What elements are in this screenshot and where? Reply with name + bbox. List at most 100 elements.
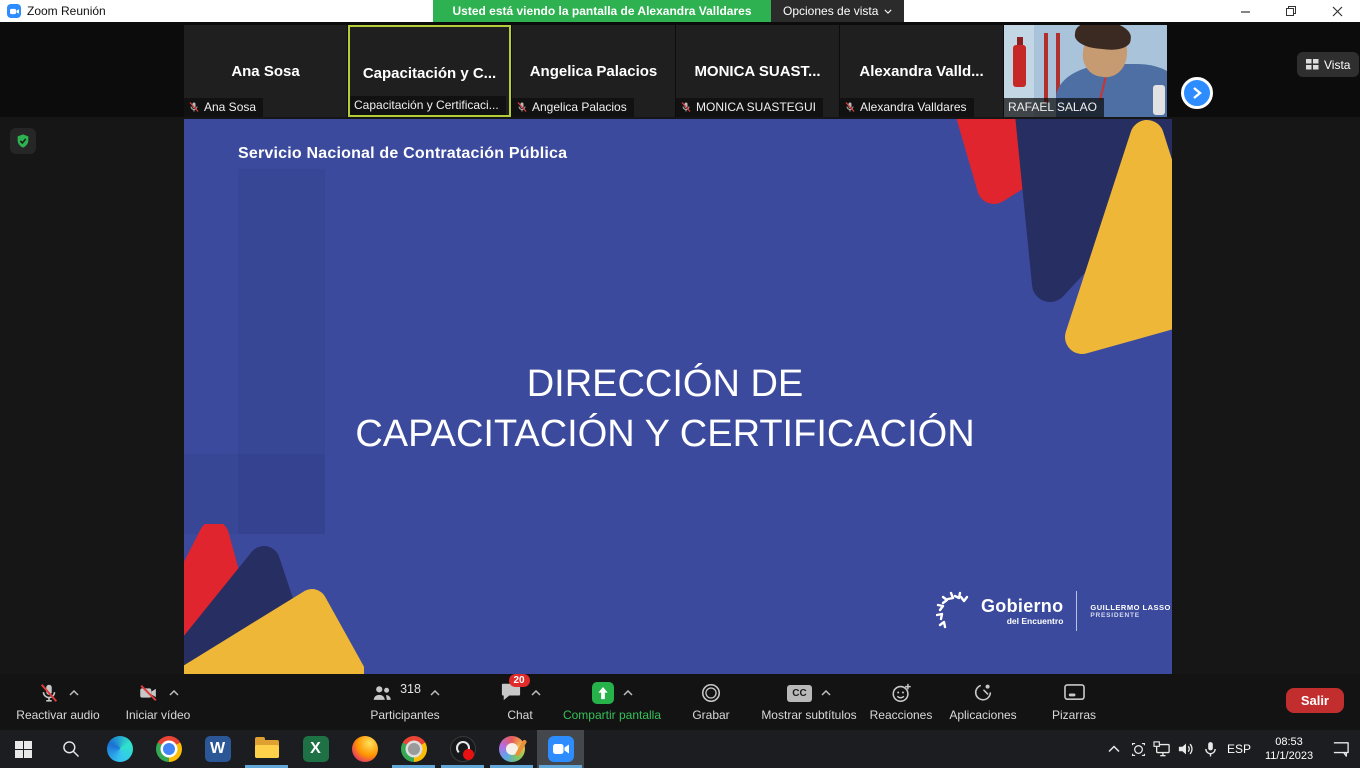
taskbar-obs[interactable] bbox=[439, 730, 486, 768]
excel-icon: X bbox=[303, 736, 329, 762]
taskbar-zoom-active[interactable] bbox=[537, 730, 584, 768]
slide-shade-rect bbox=[184, 454, 325, 534]
participants-count: 318 bbox=[400, 682, 421, 696]
close-button[interactable] bbox=[1314, 0, 1360, 22]
participant-name-label: Angelica Palacios bbox=[512, 98, 634, 117]
participant-tile-active-speaker[interactable]: Capacitación y C... Capacitación y Certi… bbox=[348, 25, 511, 117]
participants-icon bbox=[370, 682, 394, 704]
taskbar-word[interactable]: W bbox=[194, 730, 241, 768]
participant-name-label: Capacitación y Certificaci... bbox=[350, 96, 506, 115]
chevron-up-icon[interactable] bbox=[821, 690, 831, 696]
participant-tile[interactable]: Alexandra Valld... Alexandra Valldares bbox=[840, 25, 1003, 117]
chevron-up-icon[interactable] bbox=[430, 690, 440, 696]
firefox-icon bbox=[352, 736, 378, 762]
reactions-icon bbox=[890, 682, 913, 704]
chevron-up-icon[interactable] bbox=[531, 690, 541, 696]
video-off-icon bbox=[137, 682, 160, 704]
whiteboard-icon bbox=[1063, 683, 1086, 703]
shared-screen-slide: Servicio Nacional de Contratación Públic… bbox=[184, 119, 1172, 674]
slide-header: Servicio Nacional de Contratación Públic… bbox=[238, 145, 567, 163]
share-screen-button[interactable]: Compartir pantalla bbox=[548, 680, 676, 722]
tray-volume-button[interactable] bbox=[1174, 730, 1198, 768]
chevron-up-icon bbox=[1108, 745, 1120, 753]
chrome-icon bbox=[156, 736, 182, 762]
tray-camera-button[interactable] bbox=[1126, 730, 1150, 768]
obs-icon bbox=[450, 736, 476, 762]
chevron-up-icon[interactable] bbox=[69, 690, 79, 696]
tray-expand-button[interactable] bbox=[1102, 730, 1126, 768]
windows-logo-icon bbox=[15, 741, 32, 758]
logo-divider bbox=[1076, 591, 1077, 631]
decorative-shapes-bottom-left bbox=[184, 524, 364, 674]
taskbar-excel[interactable]: X bbox=[292, 730, 339, 768]
language-indicator[interactable]: ESP bbox=[1222, 742, 1256, 756]
shield-check-icon bbox=[15, 133, 31, 149]
participant-name-label: RAFAEL SALAO bbox=[1004, 98, 1104, 117]
taskbar-edge[interactable] bbox=[96, 730, 143, 768]
mic-muted-icon bbox=[680, 101, 692, 113]
captions-button[interactable]: CC Mostrar subtítulos bbox=[752, 680, 866, 722]
camera-capture-icon bbox=[1130, 741, 1147, 758]
date: 11/1/2023 bbox=[1256, 749, 1322, 763]
screen-share-banner: Usted está viendo la pantalla de Alexand… bbox=[433, 0, 771, 22]
zoom-meeting-window: Zoom Reunión Usted está viendo la pantal… bbox=[0, 0, 1360, 768]
participant-name-label: MONICA SUASTEGUI bbox=[676, 98, 823, 117]
taskbar-paint[interactable] bbox=[488, 730, 535, 768]
edge-icon bbox=[107, 736, 133, 762]
closed-captions-icon: CC bbox=[787, 685, 812, 702]
windows-taskbar: W X bbox=[0, 730, 1360, 768]
tray-network-button[interactable] bbox=[1150, 730, 1174, 768]
apps-icon bbox=[972, 682, 994, 704]
participant-tile-video[interactable]: RAFAEL SALAO bbox=[1004, 25, 1167, 117]
minimize-button[interactable] bbox=[1222, 0, 1268, 22]
apps-button[interactable]: Aplicaciones bbox=[942, 680, 1024, 722]
clock[interactable]: 08:53 11/1/2023 bbox=[1256, 735, 1322, 763]
participant-name-label: Alexandra Valldares bbox=[840, 98, 974, 117]
file-explorer-icon bbox=[254, 736, 280, 762]
search-icon bbox=[61, 739, 81, 759]
record-icon bbox=[700, 682, 722, 704]
chevron-up-icon[interactable] bbox=[623, 690, 633, 696]
leave-meeting-button[interactable]: Salir bbox=[1286, 688, 1344, 713]
taskbar-search-button[interactable] bbox=[47, 730, 94, 768]
meeting-toolbar: Reactivar audio Iniciar vídeo 318 Partic… bbox=[0, 674, 1360, 730]
security-shield-button[interactable] bbox=[10, 128, 36, 154]
sunburst-icon bbox=[936, 591, 972, 631]
participant-tile[interactable]: Angelica Palacios Angelica Palacios bbox=[512, 25, 675, 117]
whiteboards-button[interactable]: Pizarras bbox=[1036, 680, 1112, 722]
zoom-app-icon bbox=[7, 4, 21, 18]
restore-button[interactable] bbox=[1268, 0, 1314, 22]
taskbar-file-explorer[interactable] bbox=[243, 730, 290, 768]
next-participants-button[interactable] bbox=[1181, 77, 1213, 109]
start-button[interactable] bbox=[0, 730, 47, 768]
system-tray: ESP 08:53 11/1/2023 bbox=[1102, 730, 1360, 768]
fire-extinguisher bbox=[1013, 45, 1026, 87]
chevron-up-icon[interactable] bbox=[169, 690, 179, 696]
unmute-button[interactable]: Reactivar audio bbox=[8, 680, 108, 722]
taskbar-firefox[interactable] bbox=[341, 730, 388, 768]
share-screen-icon bbox=[592, 682, 614, 704]
view-mode-button[interactable]: Vista bbox=[1297, 52, 1359, 77]
paint-icon bbox=[499, 736, 525, 762]
chevron-right-icon bbox=[1192, 86, 1202, 100]
network-icon bbox=[1153, 741, 1171, 757]
view-options-button[interactable]: Opciones de vista bbox=[771, 0, 904, 22]
gobierno-logo: Gobierno del Encuentro GUILLERMO LASSO P… bbox=[936, 591, 1171, 631]
word-icon: W bbox=[205, 736, 231, 762]
participant-tile[interactable]: Ana Sosa Ana Sosa bbox=[184, 25, 347, 117]
taskbar-chrome[interactable] bbox=[145, 730, 192, 768]
action-center-button[interactable] bbox=[1322, 730, 1360, 768]
chat-button[interactable]: 20 Chat bbox=[484, 680, 556, 722]
chrome-app-icon bbox=[401, 736, 427, 762]
start-video-button[interactable]: Iniciar vídeo bbox=[112, 680, 204, 722]
reactions-button[interactable]: Reacciones bbox=[864, 680, 938, 722]
mic-muted-icon bbox=[188, 101, 200, 113]
mic-muted-icon bbox=[516, 101, 528, 113]
taskbar-chrome-app[interactable] bbox=[390, 730, 437, 768]
tray-microphone-button[interactable] bbox=[1198, 730, 1222, 768]
participant-name-label: Ana Sosa bbox=[184, 98, 263, 117]
participants-button[interactable]: 318 Participantes bbox=[352, 680, 458, 722]
mic-muted-icon bbox=[844, 101, 856, 113]
record-button[interactable]: Grabar bbox=[678, 680, 744, 722]
participant-tile[interactable]: MONICA SUAST... MONICA SUASTEGUI bbox=[676, 25, 839, 117]
